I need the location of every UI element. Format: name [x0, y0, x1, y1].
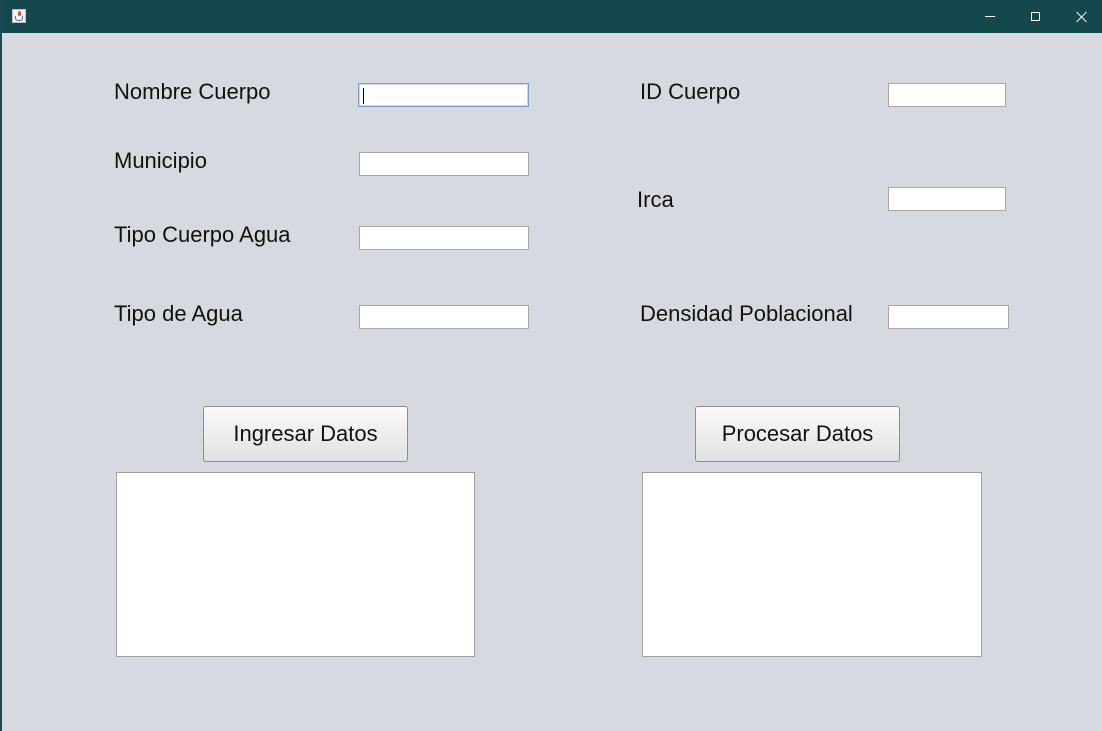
- id-cuerpo-input[interactable]: [888, 83, 1006, 107]
- tipo-cuerpo-agua-label: Tipo Cuerpo Agua: [114, 222, 291, 247]
- procesar-output-area[interactable]: [642, 472, 982, 657]
- densidad-poblacional-input[interactable]: [888, 305, 1009, 329]
- close-icon: [1075, 11, 1087, 23]
- nombre-cuerpo-input[interactable]: [358, 83, 529, 107]
- maximize-button[interactable]: [1012, 0, 1058, 33]
- close-button[interactable]: [1058, 0, 1102, 33]
- irca-label: Irca: [637, 187, 674, 212]
- minimize-button[interactable]: [967, 0, 1013, 33]
- id-cuerpo-label: ID Cuerpo: [640, 79, 741, 104]
- tipo-de-agua-label: Tipo de Agua: [114, 301, 243, 326]
- tipo-de-agua-input[interactable]: [359, 305, 529, 329]
- text-caret: [363, 88, 364, 104]
- irca-input[interactable]: [888, 187, 1006, 211]
- minimize-icon: [985, 16, 995, 17]
- ingresar-output-area[interactable]: [116, 472, 475, 657]
- densidad-poblacional-label: Densidad Poblacional: [640, 301, 853, 326]
- nombre-cuerpo-label: Nombre Cuerpo: [114, 79, 271, 104]
- java-app-icon: [12, 9, 26, 23]
- title-bar[interactable]: [2, 0, 1102, 33]
- municipio-input[interactable]: [359, 152, 529, 176]
- procesar-datos-button[interactable]: Procesar Datos: [695, 406, 900, 462]
- tipo-cuerpo-agua-input[interactable]: [359, 226, 529, 250]
- ingresar-datos-button[interactable]: Ingresar Datos: [203, 406, 408, 462]
- maximize-icon: [1030, 12, 1040, 21]
- app-window: Nombre Cuerpo Municipio Tipo Cuerpo Agua…: [0, 0, 1102, 731]
- municipio-label: Municipio: [114, 148, 207, 173]
